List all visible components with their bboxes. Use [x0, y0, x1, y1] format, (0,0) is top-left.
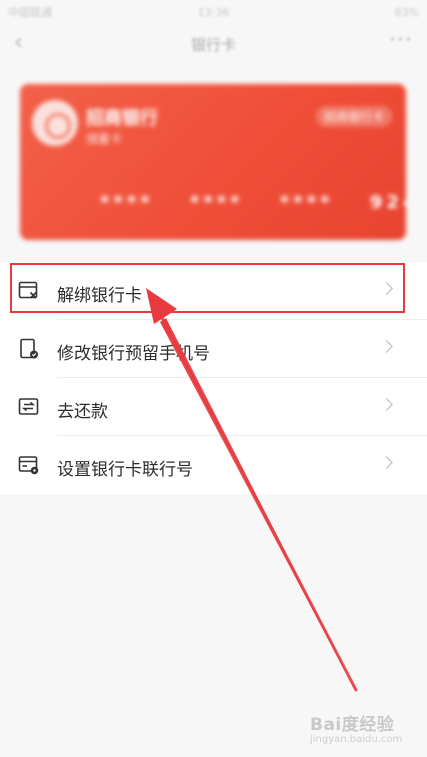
chevron-right-icon — [380, 340, 393, 353]
bank-card[interactable]: 招商银行 储蓄卡 招商银行卡 **** **** **** 9248 — [20, 84, 406, 240]
chevron-right-icon — [380, 456, 393, 469]
menu-item-unbind-card[interactable]: 解绑银行卡 — [0, 262, 427, 320]
menu-item-label: 修改银行预留手机号 — [57, 344, 210, 364]
card-last-digits: 9248 — [369, 192, 406, 213]
menu-item-edit-phone[interactable]: 修改银行预留手机号 — [0, 320, 427, 378]
menu-item-label: 去还款 — [57, 402, 108, 422]
bank-name: 招商银行 — [86, 108, 158, 129]
status-bar: 中国联通 13:36 83% — [0, 0, 427, 24]
more-icon[interactable]: ··· — [389, 28, 413, 53]
menu-item-label: 解绑银行卡 — [57, 286, 142, 306]
nav-bar: ‹ 银行卡 ··· — [0, 24, 427, 64]
watermark: Bai度经验 jingyan.baidu.com — [304, 710, 414, 750]
card-number-group: **** — [100, 192, 154, 213]
repay-icon — [18, 398, 39, 415]
chevron-right-icon — [380, 398, 393, 411]
card-number-group: **** — [279, 192, 334, 213]
card-tag: 招商银行卡 — [315, 106, 392, 127]
status-time: 13:36 — [197, 5, 230, 19]
card-type: 储蓄卡 — [86, 132, 123, 146]
carrier-text: 中国联通 — [8, 6, 52, 19]
menu-item-repay[interactable]: 去还款 — [0, 378, 427, 436]
card-number-group: **** — [189, 192, 244, 213]
menu-item-card-settings[interactable]: 设置银行卡联行号 — [0, 436, 427, 494]
page-title: 银行卡 — [190, 36, 236, 54]
menu-item-label: 设置银行卡联行号 — [57, 460, 193, 480]
bank-logo-icon — [32, 100, 78, 146]
unbind-card-icon — [18, 281, 38, 299]
watermark-url: jingyan.baidu.com — [310, 734, 403, 745]
card-number: **** **** **** 9248 — [100, 192, 406, 213]
watermark-brand: Bai度经验 — [310, 715, 395, 735]
battery-text: 83% — [394, 5, 419, 19]
chevron-right-icon — [380, 282, 393, 295]
card-settings-icon — [18, 456, 39, 475]
card-action-menu: 解绑银行卡 修改银行预留手机号 去还款 设置银行卡联行号 — [0, 262, 427, 494]
edit-phone-icon — [20, 338, 38, 359]
